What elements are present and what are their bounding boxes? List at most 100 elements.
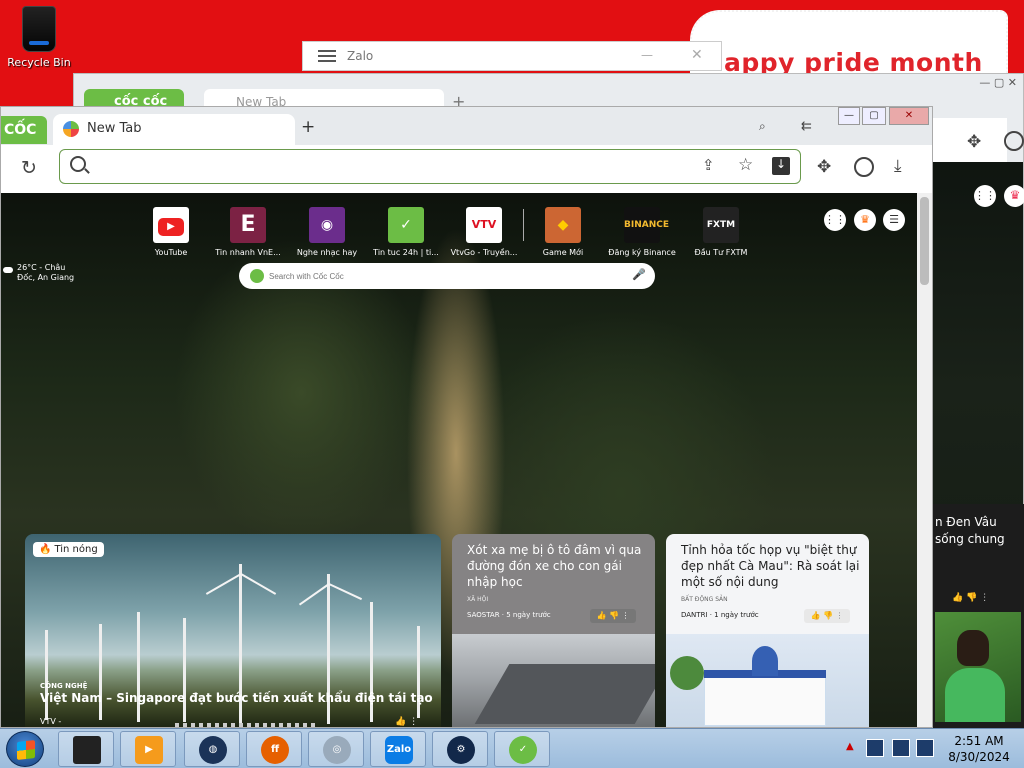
- news-title[interactable]: Xót xa mẹ bị ô tô đâm vì qua đường đón x…: [467, 542, 647, 590]
- game-icon: ◆: [545, 207, 581, 243]
- coccoc-logo-button[interactable]: CỐC: [1, 116, 47, 144]
- news-title[interactable]: Tỉnh hỏa tốc họp vụ "biệt thự đẹp nhất C…: [681, 542, 861, 590]
- shortcut-fxtm[interactable]: FXTM Đầu Tư FXTM: [686, 207, 756, 257]
- zalo-minimize-button[interactable]: —: [641, 48, 653, 62]
- news-category: XÃ HỘI: [467, 596, 489, 603]
- villa-dome: [752, 646, 778, 676]
- address-input[interactable]: [94, 154, 694, 179]
- tray-app-icon[interactable]: [866, 739, 884, 757]
- download-page-icon[interactable]: ↓: [772, 157, 790, 175]
- taskbar-zalo[interactable]: Zalo: [370, 731, 426, 767]
- apps-grid-icon[interactable]: ⋮⋮: [974, 185, 996, 207]
- bookmark-star-icon[interactable]: ☆: [738, 155, 753, 175]
- search-input[interactable]: [269, 268, 609, 284]
- recycle-bin[interactable]: Recycle Bin: [6, 4, 72, 69]
- zalo-close-button[interactable]: ✕: [691, 47, 703, 63]
- news-check-icon: ✓: [388, 207, 424, 243]
- share-icon[interactable]: ⇪: [702, 156, 715, 174]
- profile-icon[interactable]: [854, 157, 874, 177]
- media-player-icon: ▶: [135, 736, 163, 764]
- menu-icon[interactable]: [318, 50, 336, 62]
- weather-place: Đốc, An Giang: [17, 273, 75, 282]
- turbine: [45, 630, 48, 720]
- extensions-icon[interactable]: ✥: [817, 157, 831, 177]
- downloads-icon[interactable]: ⤓: [894, 156, 902, 176]
- volume-icon[interactable]: [916, 739, 934, 757]
- background-news-card-title: n Đen Vâu sống chung: [935, 515, 1005, 546]
- turbine-blade: [205, 573, 242, 595]
- background-window-controls[interactable]: — ▢ ✕: [979, 76, 1017, 89]
- maximize-button[interactable]: ▢: [862, 107, 886, 125]
- coccoc-tab-icon: [63, 121, 79, 137]
- carousel-dots[interactable]: [175, 723, 315, 727]
- close-button[interactable]: ✕: [889, 107, 929, 125]
- windows-logo-icon: [17, 740, 35, 760]
- taskbar-firefox[interactable]: ff: [246, 731, 302, 767]
- shortcut-binance[interactable]: BINANCE Đăng ký Binance: [607, 207, 677, 257]
- browser-window[interactable]: CỐC New Tab + ⌕ ⇇ — ▢ ✕ ↻ ⇪ ☆ ↓ ✥ ⤓ 26°C…: [0, 106, 933, 728]
- globe-icon: ◍: [199, 736, 227, 764]
- reload-icon[interactable]: ↻: [21, 157, 37, 179]
- news-card[interactable]: Tỉnh hỏa tốc họp vụ "biệt thự đẹp nhất C…: [666, 534, 869, 727]
- taskbar-app[interactable]: [58, 731, 114, 767]
- palm-tree: [670, 656, 704, 690]
- shortcut-divider: [523, 209, 524, 241]
- binance-icon: BINANCE: [624, 207, 669, 243]
- shortcut-label: Đầu Tư FXTM: [694, 248, 748, 257]
- minimize-button[interactable]: —: [838, 107, 860, 125]
- crown-icon[interactable]: ♛: [854, 209, 876, 231]
- back-arrow-icon[interactable]: ⇇: [801, 119, 812, 134]
- tray-expand-icon[interactable]: ▲: [846, 741, 854, 752]
- address-bar[interactable]: ⇪ ☆ ↓: [59, 149, 801, 184]
- news-card-featured[interactable]: 🔥 Tin nóng CÔNG NGHỆ Việt Nam – Singapore…: [25, 534, 441, 727]
- tab-new-tab[interactable]: New Tab: [53, 114, 295, 145]
- new-tab-button[interactable]: +: [301, 117, 315, 137]
- shortcut-label: Tin nhanh VnE...: [215, 248, 281, 257]
- start-button[interactable]: [6, 731, 44, 767]
- extensions-icon[interactable]: ✥: [967, 132, 981, 152]
- shortcut-game-moi[interactable]: ◆ Game Mới: [528, 207, 598, 257]
- taskbar-dvd[interactable]: ◎: [308, 731, 364, 767]
- shortcut-label: YouTube: [154, 248, 188, 257]
- taskbar-globe[interactable]: ◍: [184, 731, 240, 767]
- settings-sliders-icon[interactable]: ☰: [883, 209, 905, 231]
- search-icon: [70, 156, 86, 172]
- zalo-window[interactable]: Zalo — ✕: [302, 41, 722, 71]
- weather-widget[interactable]: 26°C - Châu Đốc, An Giang: [3, 263, 74, 283]
- shortcut-youtube[interactable]: ▶ YouTube: [136, 207, 206, 257]
- microphone-icon[interactable]: 🎤: [632, 268, 646, 281]
- coccoc-search-icon: [250, 269, 264, 283]
- card-actions[interactable]: 👍 👎 ⋮: [804, 609, 850, 623]
- search-box[interactable]: 🎤: [239, 263, 655, 289]
- profile-icon[interactable]: [1004, 131, 1024, 151]
- shortcut-vtvgo[interactable]: VTV VtvGo - Truyền...: [449, 207, 519, 257]
- network-icon[interactable]: [892, 739, 910, 757]
- card-actions[interactable]: 👍 👎 ⋮: [952, 590, 989, 607]
- taskbar-media-player[interactable]: ▶: [120, 731, 176, 767]
- news-source: SAOSTAR · 5 ngày trước: [467, 611, 551, 619]
- shortcut-tin-tuc[interactable]: ✓ Tin tuc 24h | ti...: [371, 207, 441, 257]
- scrollbar[interactable]: [917, 193, 932, 727]
- news-card[interactable]: Xót xa mẹ bị ô tô đâm vì qua đường đón x…: [452, 534, 655, 727]
- card-actions[interactable]: 👍 ⋮: [395, 717, 418, 727]
- card-actions[interactable]: 👍 👎 ⋮: [590, 609, 636, 623]
- news-title[interactable]: Việt Nam – Singapore đạt bước tiến xuất …: [40, 691, 433, 705]
- taskbar-steam[interactable]: ⚙: [432, 731, 488, 767]
- shortcut-vnexpress[interactable]: E Tin nhanh VnE...: [213, 207, 283, 257]
- recycle-bin-label: Recycle Bin: [7, 56, 71, 69]
- clock[interactable]: 2:51 AM 8/30/2024: [944, 733, 1014, 765]
- news-source: VTV -: [40, 717, 62, 726]
- recycle-bin-icon: [22, 6, 56, 52]
- apps-grid-icon[interactable]: ⋮⋮: [824, 209, 846, 231]
- new-tab-page: 26°C - Châu Đốc, An Giang ▶ YouTube E Ti…: [1, 193, 917, 727]
- shortcut-label: Game Mới: [542, 248, 584, 257]
- tab-search-icon[interactable]: ⌕: [759, 119, 766, 134]
- taskbar: ▶ ◍ ff ◎ Zalo ⚙ ✓ ▲ 2:51 AM 8/30/2024: [0, 728, 1024, 768]
- music-icon: ◉: [309, 207, 345, 243]
- background-news-card[interactable]: n Đen Vâu sống chung 👍 👎 ⋮: [932, 504, 1024, 728]
- crown-icon[interactable]: ♛: [1004, 185, 1024, 207]
- scrollbar-thumb[interactable]: [920, 197, 929, 285]
- tab-strip: CỐC New Tab + ⌕ ⇇ — ▢ ✕: [1, 107, 932, 145]
- shortcut-music[interactable]: ◉ Nghe nhạc hay ...: [292, 207, 362, 266]
- taskbar-coccoc[interactable]: ✓: [494, 731, 550, 767]
